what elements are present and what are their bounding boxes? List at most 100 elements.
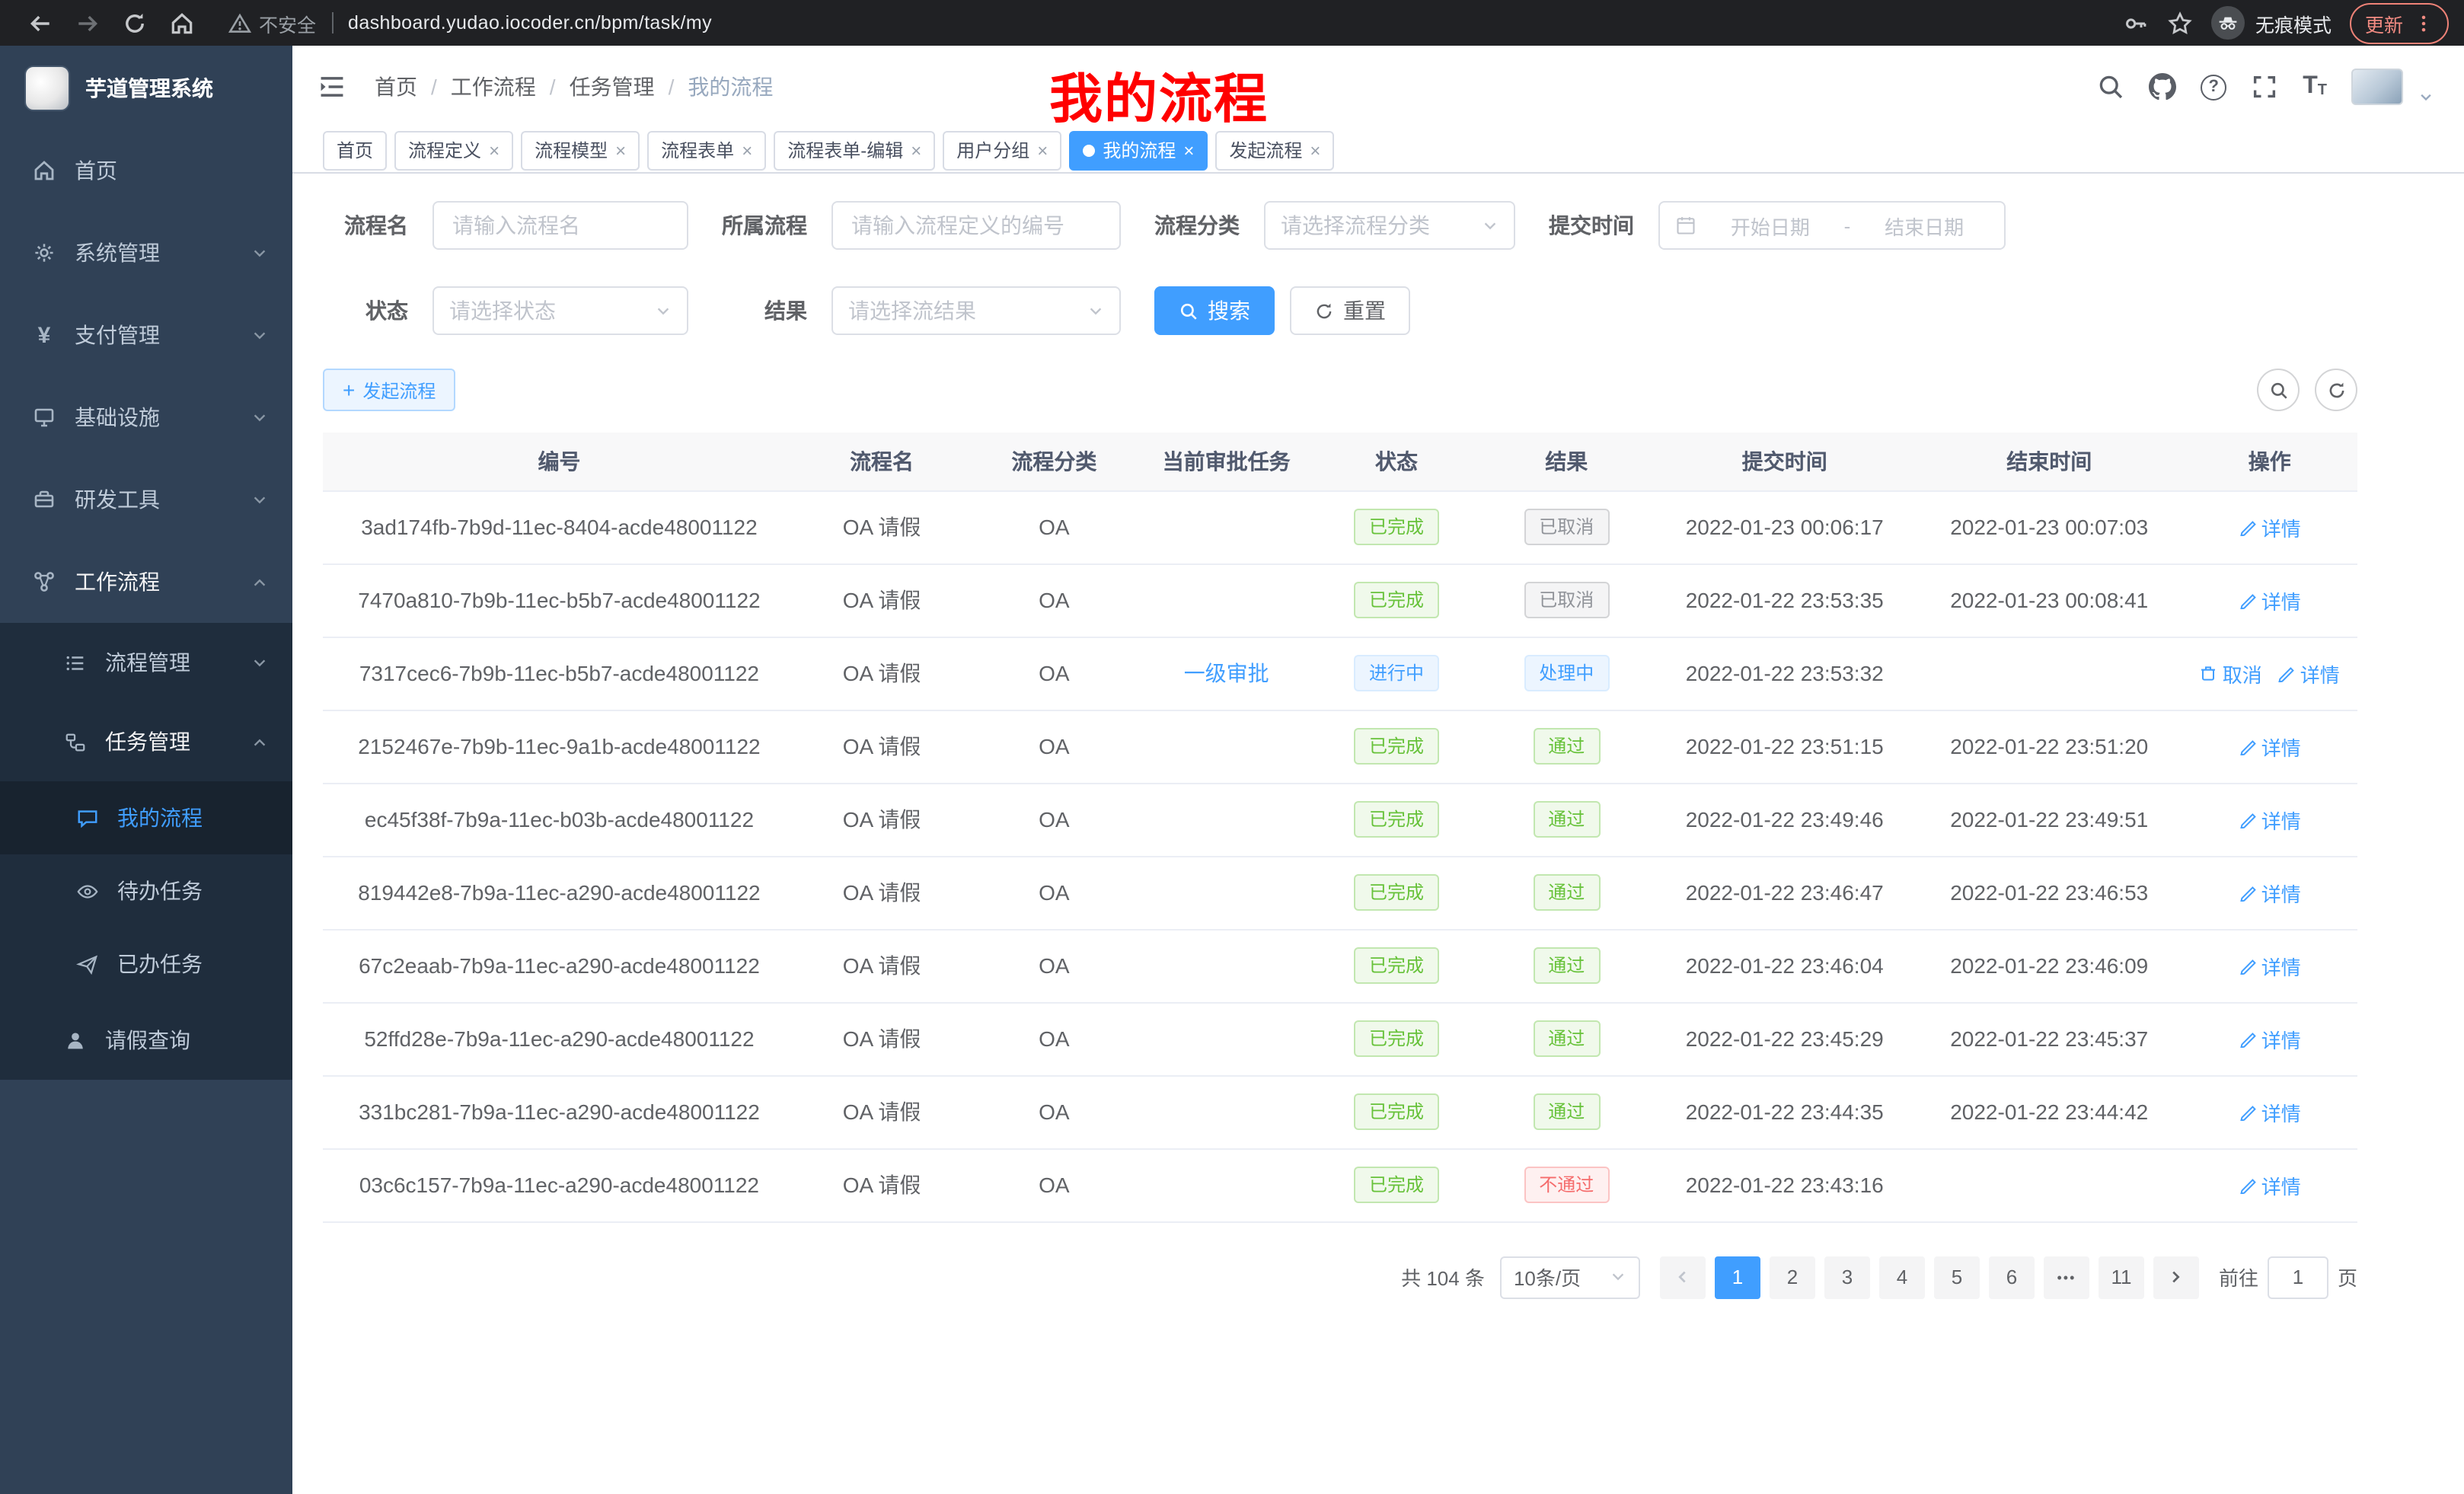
reload-icon[interactable] <box>122 10 148 36</box>
bookmark-star-icon[interactable] <box>2167 10 2193 36</box>
menu-dots-icon[interactable] <box>2414 13 2434 33</box>
page-button[interactable]: 3 <box>1824 1256 1870 1298</box>
process-category-cell: OA <box>968 490 1140 563</box>
breadcrumb-workflow[interactable]: 工作流程 <box>417 72 536 102</box>
detail-button[interactable]: 详情 <box>2239 1170 2301 1199</box>
start-process-button[interactable]: + 发起流程 <box>323 369 455 411</box>
sidebar-item-done-tasks[interactable]: 已办任务 <box>0 927 292 1001</box>
home-icon[interactable] <box>169 10 195 36</box>
close-icon[interactable]: × <box>489 141 500 159</box>
detail-button[interactable]: 详情 <box>2239 512 2301 541</box>
page-button[interactable]: 1 <box>1715 1256 1760 1298</box>
page-button[interactable]: 11 <box>2099 1256 2144 1298</box>
close-icon[interactable]: × <box>742 141 752 159</box>
close-icon[interactable]: × <box>911 141 921 159</box>
more-pages-button[interactable]: ••• <box>2044 1256 2089 1298</box>
sidebar-item-home[interactable]: 首页 <box>0 129 292 212</box>
result-cell: 通过 <box>1480 1075 1652 1148</box>
detail-button[interactable]: 详情 <box>2239 805 2301 834</box>
sidebar-item-process-mgmt[interactable]: 流程管理 <box>0 623 292 702</box>
sidebar-item-todo-tasks[interactable]: 待办任务 <box>0 854 292 927</box>
reset-button[interactable]: 重置 <box>1290 286 1410 335</box>
tab-home[interactable]: 首页 <box>323 130 387 170</box>
refresh-table-button[interactable] <box>2315 369 2357 411</box>
close-icon[interactable]: × <box>615 141 626 159</box>
process-name-cell: OA 请假 <box>796 710 968 783</box>
status-badge: 已完成 <box>1354 801 1439 838</box>
tab-process-form-edit[interactable]: 流程表单-编辑× <box>774 130 935 170</box>
tab-process-form[interactable]: 流程表单× <box>647 130 766 170</box>
font-size-icon[interactable]: TT <box>2303 75 2327 99</box>
detail-button[interactable]: 详情 <box>2239 878 2301 907</box>
help-icon[interactable]: ? <box>2201 74 2226 100</box>
back-icon[interactable] <box>27 10 53 36</box>
user-avatar[interactable] <box>2351 69 2403 105</box>
update-button[interactable]: 更新 <box>2350 2 2449 43</box>
current-task-link[interactable]: 一级审批 <box>1184 661 1269 685</box>
security-indicator[interactable]: 不安全 <box>228 8 316 37</box>
yen-icon: ¥ <box>30 322 58 348</box>
key-icon[interactable] <box>2123 10 2149 36</box>
goto-page-input[interactable] <box>2268 1256 2328 1298</box>
process-name-input[interactable] <box>432 201 688 250</box>
page-size-select[interactable]: 10条/页 <box>1500 1256 1640 1298</box>
sidebar-item-workflow[interactable]: 工作流程 <box>0 541 292 623</box>
page-button[interactable]: 6 <box>1989 1256 2035 1298</box>
status-select[interactable]: 请选择状态 <box>432 286 688 335</box>
sidebar-item-task-mgmt[interactable]: 任务管理 <box>0 702 292 781</box>
detail-button[interactable]: 详情 <box>2239 1024 2301 1053</box>
toggle-search-button[interactable] <box>2257 369 2300 411</box>
tab-user-group[interactable]: 用户分组× <box>943 130 1061 170</box>
status-badge: 已完成 <box>1354 582 1439 618</box>
process-category-cell: OA <box>968 1148 1140 1221</box>
sidebar-item-leave-query[interactable]: 请假查询 <box>0 1001 292 1080</box>
detail-button[interactable]: 详情 <box>2239 1097 2301 1126</box>
detail-button[interactable]: 详情 <box>2239 586 2301 615</box>
page-button[interactable]: 2 <box>1770 1256 1815 1298</box>
close-icon[interactable]: × <box>1037 141 1048 159</box>
submit-time-label: 提交时间 <box>1549 210 1634 241</box>
detail-button[interactable]: 详情 <box>2239 732 2301 761</box>
close-icon[interactable]: × <box>1183 141 1194 159</box>
table-row: 331bc281-7b9a-11ec-a290-acde48001122 OA … <box>323 1075 2357 1148</box>
forward-icon[interactable] <box>75 10 101 36</box>
github-icon[interactable] <box>2149 73 2176 101</box>
end-date-placeholder: 结束日期 <box>1859 211 1989 240</box>
process-name-cell: OA 请假 <box>796 563 968 637</box>
sidebar-item-payment[interactable]: ¥ 支付管理 <box>0 294 292 376</box>
sidebar-item-devtools[interactable]: 研发工具 <box>0 458 292 541</box>
process-name-label: 流程名 <box>323 210 408 241</box>
submit-time-cell: 2022-01-22 23:46:04 <box>1652 929 1917 1002</box>
tab-process-model[interactable]: 流程模型× <box>521 130 640 170</box>
current-task-cell <box>1141 929 1313 1002</box>
fullscreen-icon[interactable] <box>2251 73 2278 101</box>
category-select[interactable]: 请选择流程分类 <box>1264 201 1515 250</box>
status-cell: 已完成 <box>1313 856 1480 929</box>
process-def-input[interactable] <box>831 201 1121 250</box>
security-label: 不安全 <box>259 8 316 37</box>
tab-process-definition[interactable]: 流程定义× <box>394 130 513 170</box>
tab-my-process[interactable]: 我的流程× <box>1069 130 1208 170</box>
page-button[interactable]: 4 <box>1879 1256 1925 1298</box>
date-range-picker[interactable]: 开始日期 - 结束日期 <box>1658 201 2006 250</box>
sidebar-item-system[interactable]: 系统管理 <box>0 212 292 294</box>
tab-start-process[interactable]: 发起流程× <box>1215 130 1334 170</box>
close-icon[interactable]: × <box>1310 141 1320 159</box>
sidebar-item-infra[interactable]: 基础设施 <box>0 376 292 458</box>
app-logo-row[interactable]: 芋道管理系统 <box>0 46 292 129</box>
next-page-button[interactable] <box>2153 1256 2199 1298</box>
detail-button[interactable]: 详情 <box>2277 659 2340 688</box>
result-select[interactable]: 请选择流结果 <box>831 286 1121 335</box>
page-button[interactable]: 5 <box>1934 1256 1980 1298</box>
search-button[interactable]: 搜索 <box>1154 286 1275 335</box>
prev-page-button[interactable] <box>1660 1256 1706 1298</box>
detail-button[interactable]: 详情 <box>2239 951 2301 980</box>
search-icon[interactable] <box>2097 73 2124 101</box>
breadcrumb-home[interactable]: 首页 <box>375 72 417 102</box>
cancel-button[interactable]: 取消 <box>2200 659 2262 688</box>
collapse-sidebar-icon[interactable] <box>317 72 347 102</box>
avatar-caret-icon[interactable] <box>2418 90 2434 105</box>
breadcrumb-task-mgmt[interactable]: 任务管理 <box>536 72 655 102</box>
sidebar-item-my-process[interactable]: 我的流程 <box>0 781 292 854</box>
address-bar[interactable]: dashboard.yudao.iocoder.cn/bpm/task/my <box>348 12 712 34</box>
